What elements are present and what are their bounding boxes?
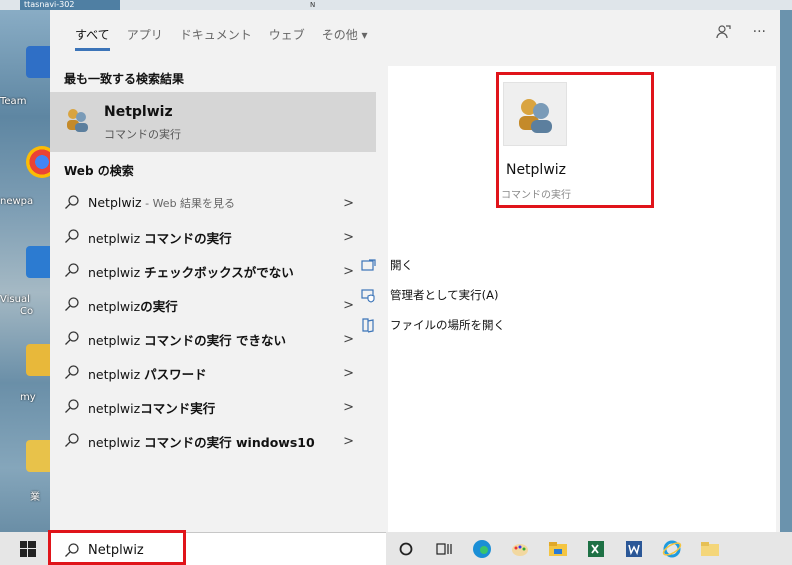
filter-tabs: すべて アプリ ドキュメント ウェブ その他 ▾ — [75, 26, 385, 51]
open-icon — [360, 257, 378, 273]
result-main: netplwiz — [88, 434, 145, 450]
tab-documents[interactable]: ドキュメント — [180, 26, 252, 51]
more-options-button[interactable]: ··· — [753, 24, 766, 44]
result-bold: パスワード — [144, 366, 207, 382]
best-match-item[interactable]: Netplwiz コマンドの実行 — [50, 92, 376, 152]
result-main: netplwiz — [88, 366, 145, 382]
window-top-strip: ttasnavi-302 N — [0, 0, 792, 10]
search-header: すべて アプリ ドキュメント ウェブ その他 ▾ ··· — [50, 10, 780, 60]
result-bold: コマンドの実行 できない — [144, 332, 287, 348]
chevron-right-icon[interactable]: > — [343, 230, 354, 245]
chevron-right-icon[interactable]: > — [343, 400, 354, 415]
background-window-title: ttasnavi-302 — [20, 0, 120, 10]
result-bold: の実行 — [140, 298, 178, 314]
result-main: netplwiz — [88, 298, 141, 314]
result-main: netplwiz — [88, 264, 145, 280]
folder-icon[interactable] — [694, 536, 726, 562]
windows-start-icon[interactable] — [20, 541, 36, 557]
file-explorer-icon[interactable] — [542, 536, 574, 562]
result-main: netplwiz — [88, 332, 145, 348]
tab-all[interactable]: すべて — [75, 26, 110, 51]
open-action[interactable]: 開く — [360, 250, 505, 280]
cortana-icon[interactable] — [390, 536, 422, 562]
search-icon — [64, 432, 80, 448]
word-icon[interactable] — [618, 536, 650, 562]
chevron-right-icon[interactable]: > — [343, 434, 354, 449]
search-icon — [64, 398, 80, 414]
search-icon — [64, 296, 80, 312]
web-search-heading: Web の検索 — [64, 164, 134, 178]
result-main: Netplwiz — [88, 195, 142, 210]
list-item[interactable]: netplwiz コマンドの実行 できない > — [50, 322, 376, 356]
taskbar-icons — [390, 536, 732, 562]
web-results-list: Netplwiz - Web 結果を見る > netplwiz コマンドの実行 … — [50, 186, 376, 458]
list-item[interactable]: netplwiz コマンドの実行 windows10 > — [50, 424, 376, 458]
excel-icon[interactable] — [580, 536, 612, 562]
result-bold: コマンド実行 — [140, 400, 216, 416]
list-item[interactable]: netplwiz パスワード > — [50, 356, 376, 390]
feedback-icon[interactable] — [715, 24, 731, 44]
chevron-right-icon[interactable]: > — [343, 366, 354, 381]
search-icon — [64, 330, 80, 346]
run-as-admin-action[interactable]: 管理者として実行(A) — [360, 280, 505, 310]
chevron-right-icon[interactable]: > — [343, 298, 354, 313]
shield-icon — [360, 287, 378, 303]
netplwiz-app-icon — [64, 106, 90, 132]
list-item[interactable]: netplwizの実行 > — [50, 288, 376, 322]
background-window-tab: N — [310, 1, 316, 9]
header-actions: ··· — [715, 24, 766, 44]
open-file-location-action[interactable]: ファイルの場所を開く — [360, 310, 505, 340]
list-item[interactable]: netplwizコマンド実行 > — [50, 390, 376, 424]
internet-explorer-icon[interactable] — [656, 536, 688, 562]
result-main: netplwiz — [88, 230, 145, 246]
best-match-name: Netplwiz — [104, 104, 173, 120]
highlight-box-app-detail — [496, 72, 654, 208]
edge-icon[interactable] — [466, 536, 498, 562]
best-match-type: コマンドの実行 — [104, 128, 181, 141]
best-match-heading: 最も一致する検索結果 — [64, 72, 185, 86]
result-bold: コマンドの実行 — [144, 230, 232, 246]
search-icon — [64, 194, 80, 210]
file-location-icon — [360, 317, 378, 333]
paint-icon[interactable] — [504, 536, 536, 562]
task-view-icon[interactable] — [428, 536, 460, 562]
result-bold: コマンドの実行 windows10 — [144, 434, 315, 450]
result-suffix: - Web 結果を見る — [141, 197, 236, 210]
chevron-right-icon[interactable]: > — [343, 264, 354, 279]
tab-web[interactable]: ウェブ — [269, 26, 305, 51]
search-icon — [64, 228, 80, 244]
chevron-right-icon[interactable]: > — [343, 332, 354, 347]
detail-actions: 開く 管理者として実行(A) ファイルの場所を開く — [360, 250, 505, 340]
list-item[interactable]: netplwiz コマンドの実行 > — [50, 220, 376, 254]
tab-apps[interactable]: アプリ — [127, 26, 163, 51]
list-item[interactable]: Netplwiz - Web 結果を見る > — [50, 186, 376, 220]
list-item[interactable]: netplwiz チェックボックスがでない > — [50, 254, 376, 288]
result-bold: チェックボックスがでない — [144, 264, 294, 280]
result-main: netplwiz — [88, 400, 141, 416]
search-icon — [64, 364, 80, 380]
chevron-right-icon[interactable]: > — [343, 196, 354, 211]
tab-more[interactable]: その他 ▾ — [322, 26, 368, 51]
highlight-box-search-input — [48, 530, 186, 565]
search-icon — [64, 262, 80, 278]
